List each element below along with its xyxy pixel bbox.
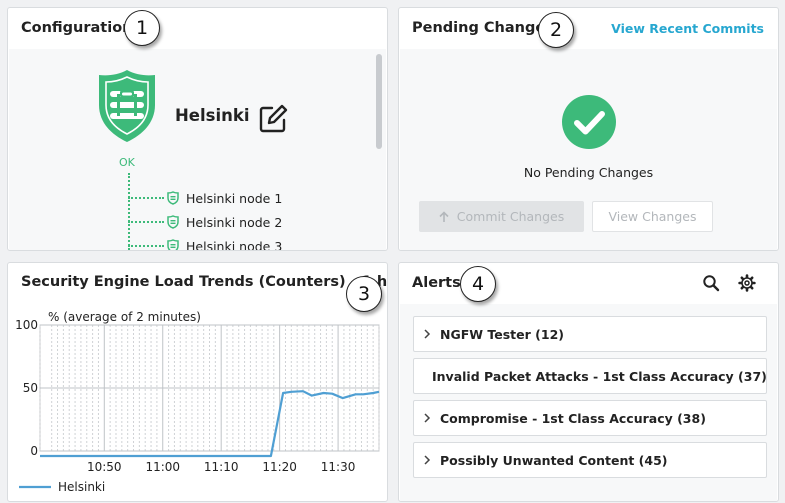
x-tick-label: 11:00 bbox=[145, 460, 180, 474]
commit-changes-button[interactable]: Commit Changes bbox=[419, 201, 584, 232]
alerts-panel: Alerts NGFW Tester (12) Invalid Packet A… bbox=[398, 262, 779, 502]
configuration-panel: Configuration Helsinki OK Helsinki node … bbox=[7, 7, 388, 251]
alert-item[interactable]: Compromise - 1st Class Accuracy (38) bbox=[413, 400, 767, 436]
engine-shield-icon bbox=[99, 70, 155, 142]
alert-item[interactable]: NGFW Tester (12) bbox=[413, 316, 767, 352]
x-tick-label: 11:30 bbox=[321, 460, 356, 474]
engine-name: Helsinki bbox=[175, 106, 250, 125]
alert-label: Compromise - 1st Class Accuracy (38) bbox=[440, 410, 706, 426]
pending-changes-message: No Pending Changes bbox=[523, 165, 654, 180]
alert-label: Invalid Packet Attacks - 1st Class Accur… bbox=[432, 368, 767, 384]
node-label: Helsinki node 2 bbox=[186, 214, 283, 230]
pending-changes-title: Pending Changes bbox=[412, 20, 554, 36]
node-item[interactable]: Helsinki node 2 bbox=[128, 214, 282, 230]
configuration-title: Configuration bbox=[21, 20, 133, 36]
y-tick-label: 100 bbox=[15, 318, 38, 332]
check-circle-icon bbox=[562, 95, 616, 149]
scrollbar[interactable] bbox=[376, 54, 382, 149]
chevron-right-icon bbox=[424, 455, 431, 465]
arrow-up-icon bbox=[439, 210, 449, 222]
load-trends-chart: 0 50 100 10:50 11:00 11:10 11:20 11:30 % (averag… bbox=[15, 310, 380, 494]
callout-badge-4: 4 bbox=[460, 266, 496, 302]
x-tick-label: 11:10 bbox=[204, 460, 239, 474]
view-recent-commits-link[interactable]: View Recent Commits bbox=[611, 21, 764, 36]
chevron-right-icon bbox=[424, 329, 431, 339]
alert-item[interactable]: Possibly Unwanted Content (45) bbox=[413, 442, 767, 478]
callout-badge-3: 3 bbox=[346, 276, 382, 312]
engine-status: OK bbox=[119, 156, 135, 169]
callout-badge-2: 2 bbox=[538, 12, 574, 48]
callout-badge-1: 1 bbox=[124, 10, 160, 46]
pending-changes-body: No Pending Changes Commit Changes View C… bbox=[400, 49, 777, 250]
configuration-body: Helsinki OK Helsinki node 1 Helsinki nod… bbox=[9, 49, 386, 251]
search-icon[interactable] bbox=[702, 274, 720, 292]
node-shield-icon bbox=[167, 239, 179, 250]
load-trends-panel: Security Engine Load Trends (Counters) -… bbox=[7, 262, 388, 502]
legend-label: Helsinki bbox=[58, 480, 105, 494]
node-item[interactable]: Helsinki node 1 bbox=[128, 190, 282, 206]
alert-label: NGFW Tester (12) bbox=[440, 326, 564, 342]
edit-icon[interactable] bbox=[257, 103, 289, 135]
gear-icon[interactable] bbox=[738, 274, 756, 292]
x-tick-label: 10:50 bbox=[87, 460, 122, 474]
pending-changes-panel: Pending Changes View Recent Commits No P… bbox=[398, 7, 779, 251]
commit-changes-label: Commit Changes bbox=[456, 209, 565, 224]
node-label: Helsinki node 3 bbox=[186, 238, 283, 251]
alert-label: Possibly Unwanted Content (45) bbox=[440, 452, 668, 468]
view-changes-button[interactable]: View Changes bbox=[592, 201, 713, 232]
y-axis-label: % (average of 2 minutes) bbox=[48, 310, 201, 324]
alerts-title: Alerts bbox=[412, 275, 461, 291]
alerts-list: NGFW Tester (12) Invalid Packet Attacks … bbox=[400, 304, 777, 501]
node-shield-icon bbox=[167, 191, 179, 205]
y-tick-label: 50 bbox=[23, 381, 38, 395]
load-trends-title: Security Engine Load Trends (Counters) -… bbox=[21, 274, 388, 290]
node-item[interactable]: Helsinki node 3 bbox=[128, 238, 283, 251]
node-shield-icon bbox=[167, 215, 179, 229]
y-tick-label: 0 bbox=[30, 444, 38, 458]
alert-item[interactable]: Invalid Packet Attacks - 1st Class Accur… bbox=[413, 358, 767, 394]
node-label: Helsinki node 1 bbox=[186, 190, 283, 206]
chevron-right-icon bbox=[424, 413, 431, 423]
x-tick-label: 11:20 bbox=[262, 460, 297, 474]
